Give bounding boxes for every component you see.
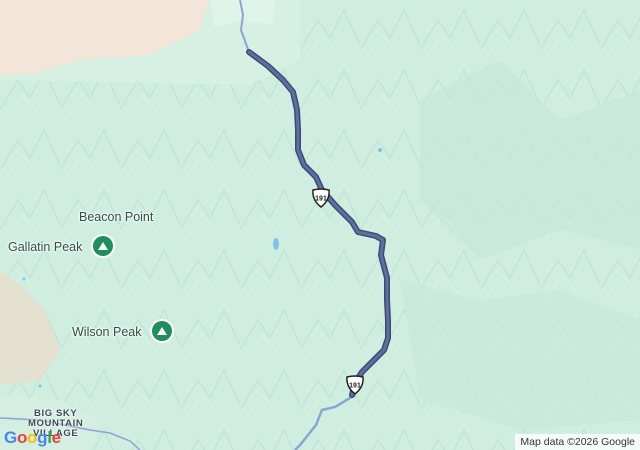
small-lake (273, 238, 279, 250)
us-191-shield-icon: 191 (312, 188, 330, 208)
us-191-shield-icon: 191 (346, 375, 364, 395)
mountain-peak-icon[interactable] (152, 321, 172, 341)
logo-letter: e (51, 428, 61, 447)
mountain-peak-icon[interactable] (93, 236, 113, 256)
map-canvas[interactable]: 191 191 Beacon Point Gallatin Peak Wilso… (0, 0, 640, 450)
logo-letter: g (37, 428, 48, 447)
logo-letter: o (27, 428, 38, 447)
logo-letter: G (4, 428, 17, 447)
beacon-point-label[interactable]: Beacon Point (79, 210, 153, 224)
map-attribution[interactable]: Map data ©2026 Google (515, 434, 640, 450)
svg-text:191: 191 (349, 383, 361, 390)
svg-text:191: 191 (315, 196, 327, 203)
wilson-peak-label[interactable]: Wilson Peak (72, 325, 141, 339)
terrain-layer (0, 0, 640, 450)
gallatin-peak-label[interactable]: Gallatin Peak (8, 240, 82, 254)
google-logo: Google (4, 428, 61, 448)
logo-letter: o (16, 428, 28, 447)
